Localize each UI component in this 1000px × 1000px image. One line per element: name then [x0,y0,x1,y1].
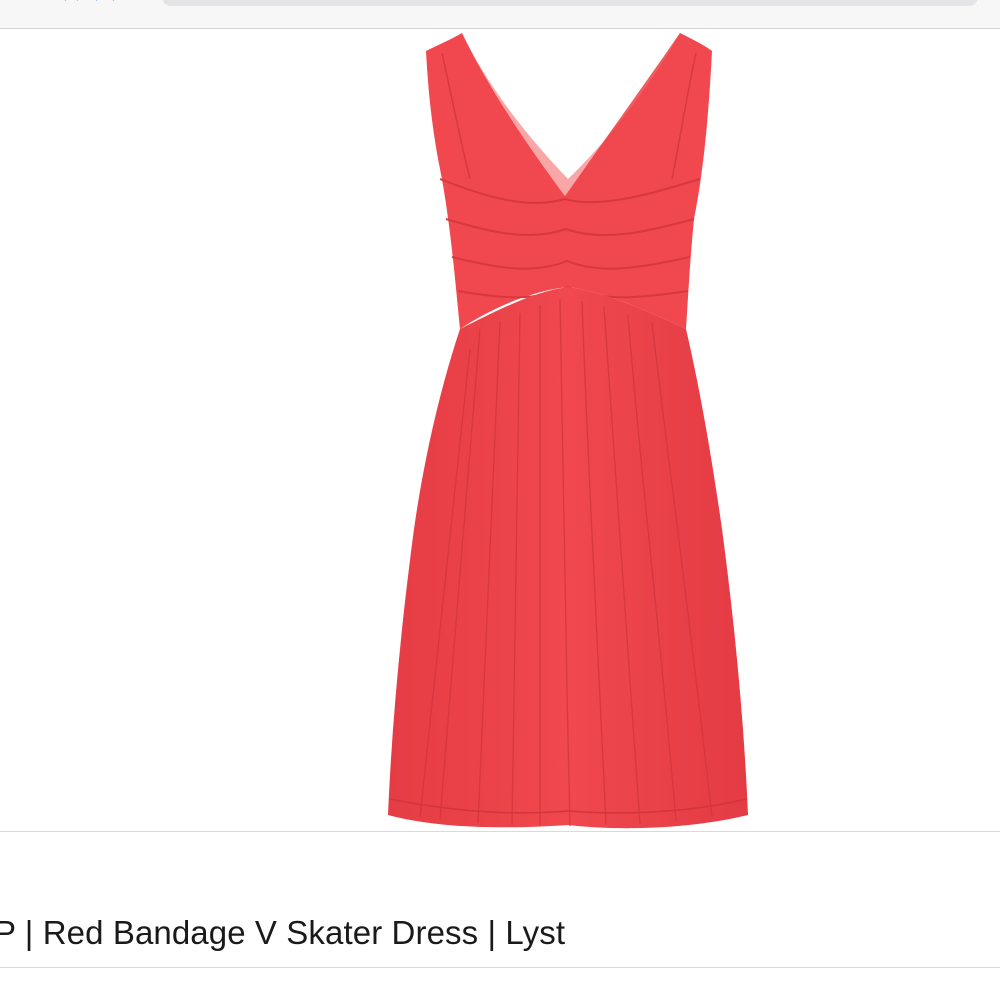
divider [0,831,1000,832]
back-forward-icon[interactable] [58,0,118,6]
dress-image [388,33,748,829]
screen: P | Red Bandage V Skater Dress | Lyst [0,0,1000,1000]
address-bar[interactable] [162,0,978,6]
browser-toolbar [0,0,1000,29]
product-image[interactable] [0,29,1000,831]
result-title[interactable]: P | Red Bandage V Skater Dress | Lyst [0,912,565,954]
divider [0,967,1000,968]
